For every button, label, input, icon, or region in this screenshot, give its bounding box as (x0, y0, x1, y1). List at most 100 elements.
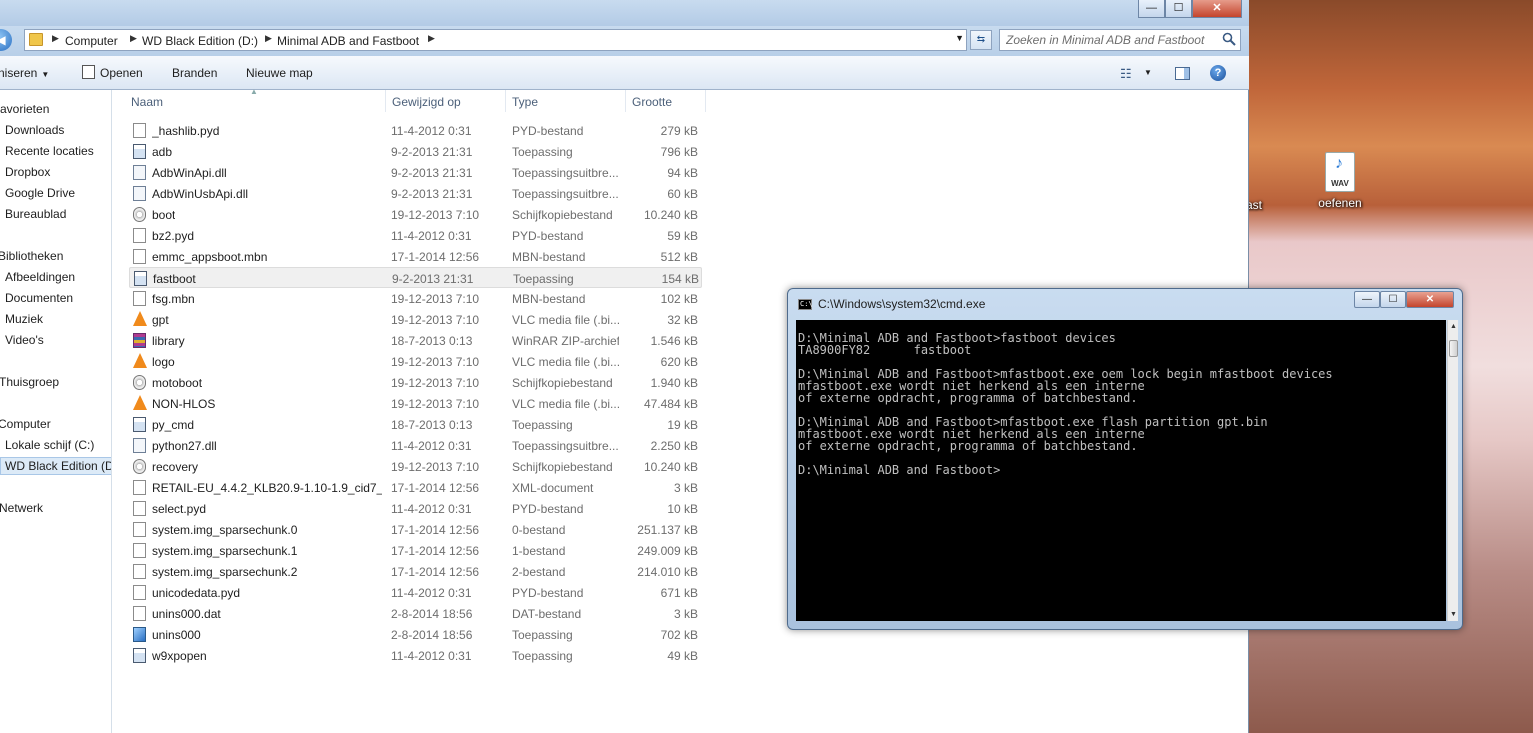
nav-homegroup[interactable]: Thuisgroep (0, 375, 59, 389)
file-row[interactable]: bz2.pyd 11-4-2012 0:31 PYD-bestand 59 kB (129, 225, 702, 246)
cmd-window[interactable]: C:\ C:\Windows\system32\cmd.exe — ☐ ✕ D:… (787, 288, 1463, 630)
column-divider[interactable] (505, 90, 506, 112)
cmd-close-button[interactable]: ✕ (1406, 291, 1454, 308)
file-row[interactable]: _hashlib.pyd 11-4-2012 0:31 PYD-bestand 279… (129, 120, 702, 141)
file-row[interactable]: w9xpopen 11-4-2012 0:31 Toepassing 49 kB (129, 645, 702, 666)
file-date: 18-7-2013 0:13 (391, 334, 473, 348)
file-row[interactable]: unins000 2-8-2014 18:56 Toepassing 702 kB (129, 624, 702, 645)
minimize-button[interactable]: — (1138, 0, 1165, 18)
open-button[interactable]: Openen (100, 66, 143, 80)
cmd-minimize-button[interactable]: — (1354, 291, 1380, 308)
breadcrumb-wd-black[interactable]: WD Black Edition (D:) (142, 34, 258, 48)
chevron-down-icon[interactable]: ▼ (1144, 68, 1152, 77)
file-row[interactable]: system.img_sparsechunk.1 17-1-2014 12:56 1… (129, 540, 702, 561)
scroll-down-icon[interactable]: ▼ (1448, 608, 1459, 621)
help-icon[interactable]: ? (1210, 65, 1226, 81)
cmd-output-line: TA8900FY82 fastboot (798, 343, 972, 357)
address-bar[interactable]: ▶ Computer ▶ WD Black Edition (D:) ▶ Min… (24, 29, 967, 51)
search-input[interactable] (1006, 31, 1221, 49)
column-name[interactable]: Naam (131, 95, 163, 109)
file-date: 19-12-2013 7:10 (391, 376, 480, 390)
breadcrumb-current-folder[interactable]: Minimal ADB and Fastboot (277, 34, 419, 48)
open-icon (82, 65, 95, 79)
file-row[interactable]: system.img_sparsechunk.0 17-1-2014 12:56 0… (129, 519, 702, 540)
file-row[interactable]: logo 19-12-2013 7:10 VLC media file (.bi..… (129, 351, 702, 372)
nav-libraries[interactable]: Bibliotheken (0, 249, 63, 263)
column-size[interactable]: Grootte (632, 95, 672, 109)
cmd-title: C:\Windows\system32\cmd.exe (818, 297, 986, 311)
file-type: VLC media file (.bi... (512, 355, 619, 369)
breadcrumb-arrow-icon[interactable]: ▶ (52, 33, 59, 44)
file-size: 279 kB (660, 124, 698, 138)
nav-dropbox[interactable]: Dropbox (5, 165, 50, 179)
preview-pane-icon[interactable] (1175, 67, 1190, 80)
burn-button[interactable]: Branden (172, 66, 217, 80)
file-date: 9-2-2013 21:31 (392, 272, 474, 286)
breadcrumb-arrow-icon[interactable]: ▶ (428, 33, 435, 44)
breadcrumb-computer[interactable]: Computer (65, 34, 118, 48)
file-row[interactable]: AdbWinApi.dll 9-2-2013 21:31 Toepassingsui… (129, 162, 702, 183)
nav-google-drive[interactable]: Google Drive (5, 186, 75, 200)
maximize-button[interactable]: ☐ (1165, 0, 1192, 18)
nav-pictures[interactable]: Afbeeldingen (5, 270, 75, 284)
column-modified[interactable]: Gewijzigd op (392, 95, 461, 109)
file-row[interactable]: system.img_sparsechunk.2 17-1-2014 12:56 2… (129, 561, 702, 582)
file-type: DAT-bestand (512, 607, 582, 621)
file-row[interactable]: boot 19-12-2013 7:10 Schijfkopiebestand 10.… (129, 204, 702, 225)
file-row[interactable]: adb 9-2-2013 21:31 Toepassing 796 kB (129, 141, 702, 162)
file-row[interactable]: gpt 19-12-2013 7:10 VLC media file (.bi...… (129, 309, 702, 330)
file-row[interactable]: RETAIL-EU_4.4.2_KLB20.9-1.10-1.9_cid7_C.… (129, 477, 702, 498)
desktop-icon-oefenen[interactable]: ♪ WAV oefenen (1310, 152, 1370, 210)
column-divider[interactable] (705, 90, 706, 112)
file-type: Schijfkopiebestand (512, 208, 613, 222)
search-box[interactable] (999, 29, 1241, 51)
nav-network[interactable]: Netwerk (0, 501, 43, 515)
nav-music[interactable]: Muziek (5, 312, 43, 326)
organize-button[interactable]: niseren ▼ (0, 66, 49, 80)
nav-local-disk[interactable]: Lokale schijf (C:) (5, 438, 94, 452)
cmd-maximize-button[interactable]: ☐ (1380, 291, 1406, 308)
refresh-button[interactable]: ⇆ (970, 30, 992, 50)
file-row[interactable]: emmc_appsboot.mbn 17-1-2014 12:56 MBN-best… (129, 246, 702, 267)
nav-videos[interactable]: Video's (5, 333, 44, 347)
dll-icon (133, 186, 146, 201)
nav-documents[interactable]: Documenten (5, 291, 73, 305)
nav-wd-black[interactable]: WD Black Edition (D:) (0, 457, 111, 475)
file-row[interactable]: library 18-7-2013 0:13 WinRAR ZIP-archief 1… (129, 330, 702, 351)
file-row[interactable]: recovery 19-12-2013 7:10 Schijfkopiebestan… (129, 456, 702, 477)
breadcrumb-arrow-icon[interactable]: ▶ (130, 33, 137, 44)
column-divider[interactable] (385, 90, 386, 112)
nav-favorites[interactable]: avorieten (0, 102, 49, 116)
file-row[interactable]: unicodedata.pyd 11-4-2012 0:31 PYD-bestand… (129, 582, 702, 603)
nav-computer[interactable]: Computer (0, 417, 51, 431)
close-button[interactable]: ✕ (1192, 0, 1242, 18)
file-row[interactable]: unins000.dat 2-8-2014 18:56 DAT-bestand 3 k… (129, 603, 702, 624)
file-row[interactable]: python27.dll 11-4-2012 0:31 Toepassingsuit… (129, 435, 702, 456)
breadcrumb-arrow-icon[interactable]: ▶ (265, 33, 272, 44)
back-button[interactable]: ◀ (0, 29, 12, 51)
cmd-output-line: D:\Minimal ADB and Fastboot> (798, 463, 1001, 477)
file-row[interactable]: fastboot 9-2-2013 21:31 Toepassing 154 kB (129, 267, 702, 288)
explorer-titlebar[interactable]: — ☐ ✕ (0, 0, 1249, 26)
cmd-scrollbar[interactable]: ▲ ▼ (1447, 320, 1458, 621)
file-row[interactable]: py_cmd 18-7-2013 0:13 Toepassing 19 kB (129, 414, 702, 435)
column-divider[interactable] (625, 90, 626, 112)
nav-desktop[interactable]: Bureaublad (5, 207, 66, 221)
file-row[interactable]: motoboot 19-12-2013 7:10 Schijfkopiebestan… (129, 372, 702, 393)
file-row[interactable]: AdbWinUsbApi.dll 9-2-2013 21:31 Toepassing… (129, 183, 702, 204)
command-bar: niseren ▼ Openen Branden Nieuwe map ☷ ▼ ? (0, 56, 1249, 90)
file-name: fsg.mbn (152, 292, 195, 306)
new-folder-button[interactable]: Nieuwe map (246, 66, 313, 80)
nav-downloads[interactable]: Downloads (5, 123, 64, 137)
scroll-thumb[interactable] (1449, 340, 1458, 357)
file-row[interactable]: NON-HLOS 19-12-2013 7:10 VLC media file (.… (129, 393, 702, 414)
nav-recent[interactable]: Recente locaties (5, 144, 94, 158)
column-type[interactable]: Type (512, 95, 538, 109)
file-row[interactable]: fsg.mbn 19-12-2013 7:10 MBN-bestand 102 kB (129, 288, 702, 309)
file-row[interactable]: select.pyd 11-4-2012 0:31 PYD-bestand 10 kB (129, 498, 702, 519)
search-icon[interactable] (1222, 32, 1236, 46)
cmd-console[interactable]: D:\Minimal ADB and Fastboot>fastboot dev… (796, 320, 1446, 621)
view-options-icon[interactable]: ☷ (1120, 66, 1132, 82)
address-dropdown-icon[interactable]: ▼ (955, 33, 964, 43)
scroll-up-icon[interactable]: ▲ (1448, 320, 1459, 333)
